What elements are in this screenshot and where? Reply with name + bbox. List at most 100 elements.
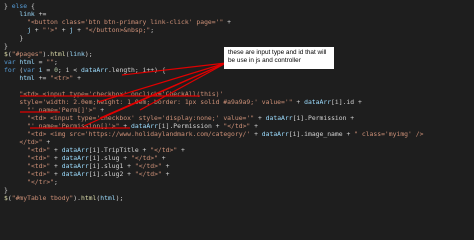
code-token: [i].slug + <box>88 154 131 162</box>
code-token: + <box>73 26 85 34</box>
code-token: "' name='Permission[]'>" <box>27 122 120 130</box>
code-token: dataArr <box>61 170 89 178</box>
code-token: "<tr>" <box>50 74 74 82</box>
code-token: "<td>" <box>27 154 51 162</box>
code-line: } <box>4 34 23 42</box>
code-token: else <box>11 2 28 10</box>
code-token: link <box>19 10 35 18</box>
code-token: + <box>50 154 62 162</box>
code-token: } <box>4 34 24 42</box>
code-token: dataArr <box>265 114 293 122</box>
code-token: + <box>250 130 262 138</box>
code-token: [i].slug2 + <box>88 170 135 178</box>
code-token: "<td>" <box>27 170 51 178</box>
code-token: ; <box>150 26 155 34</box>
code-line: "</tr>"; <box>4 178 58 186</box>
code-token: html <box>80 194 97 202</box>
code-token: [i].id + <box>331 98 362 106</box>
code-token: + <box>157 154 166 162</box>
code-line: } <box>4 186 8 194</box>
code-line: "' name='Perm[]'>" + <box>4 106 104 114</box>
code-token: + <box>73 74 81 82</box>
code-token: style='width: 2.0em;height: 1.0em; borde… <box>19 98 293 106</box>
code-token: = <box>42 66 55 74</box>
code-token: html <box>50 50 66 58</box>
code-line: style='width: 2.0em;height: 1.0em; borde… <box>4 98 362 106</box>
code-token: "#myTable tbody" <box>11 194 74 202</box>
code-token: "<td>" <box>27 162 51 170</box>
code-token: ). <box>73 194 81 202</box>
code-token: { <box>27 2 35 10</box>
code-line: "<button class='btn btn-primary link-cli… <box>4 18 235 26</box>
code-line: "<td> <input type='checkbox' onclick='Ch… <box>4 90 223 98</box>
code-line: } <box>4 42 8 50</box>
code-line: "<td> <img src='https://www.holidaylandm… <box>4 130 423 138</box>
code-token: "" <box>46 58 55 66</box>
code-token: + <box>96 106 105 114</box>
code-token: += <box>34 74 51 82</box>
code-token: } <box>4 186 8 194</box>
code-line: for (var i = 0; i < dataArr.length; i++)… <box>4 66 166 74</box>
code-token: + <box>119 122 131 130</box>
code-token: [i].Permission + <box>157 122 224 130</box>
code-token: "' name='Perm[]'>" <box>27 106 97 114</box>
code-token: dataArr <box>81 66 108 74</box>
code-token: ; <box>54 58 58 66</box>
code-token: dataArr <box>61 146 89 154</box>
code-token: + <box>177 146 185 154</box>
code-token: "</td>" <box>134 162 162 170</box>
code-token: + <box>223 18 235 26</box>
code-token: "</td>" <box>223 122 251 130</box>
annotation-callout: these are input type and id that will be… <box>224 47 334 69</box>
code-token: var <box>4 58 16 66</box>
code-editor[interactable]: } else { link += "<button class='btn btn… <box>0 0 474 220</box>
code-token: "</button>&nbsp;" <box>84 26 151 34</box>
code-token: += <box>34 10 47 18</box>
code-token: link <box>69 50 85 58</box>
code-token: + <box>292 98 305 106</box>
code-token: + <box>42 138 51 146</box>
code-token: [i].TripTitle + <box>88 146 151 154</box>
code-token: + <box>161 162 170 170</box>
code-token: "<td>" <box>27 146 51 154</box>
code-token: ; i < <box>57 66 82 74</box>
code-token: "</td>" <box>134 170 162 178</box>
code-token: "<td> <img src='https://www.holidaylandm… <box>27 130 251 138</box>
code-token: } <box>4 2 12 10</box>
code-token: dataArr <box>261 130 289 138</box>
code-token: </td>" <box>19 138 43 146</box>
code-line: $("#myTable tbody").html(html); <box>4 194 123 202</box>
code-token: = <box>34 58 47 66</box>
code-token: "<td> <input type='checkbox' style='disp… <box>27 114 255 122</box>
code-line: $("#pages").html(link); <box>4 50 93 58</box>
code-token: "'>" <box>42 26 58 34</box>
code-line: "<td> <input type='checkbox' style='disp… <box>4 114 354 122</box>
code-token: dataArr <box>61 154 89 162</box>
code-token: ); <box>84 50 93 58</box>
code-line: "' name='Permission[]'>" + dataArr[i].Pe… <box>4 122 258 130</box>
code-token: + <box>50 162 62 170</box>
code-token: + <box>161 170 170 178</box>
code-token: + <box>250 122 258 130</box>
code-token: ; <box>54 178 58 186</box>
code-token: dataArr <box>130 122 158 130</box>
code-line: "<td>" + dataArr[i].slug1 + "</td>" + <box>4 162 169 170</box>
code-line: "<td>" + dataArr[i].TripTitle + "</td>" … <box>4 146 185 154</box>
code-line: link += <box>4 10 46 18</box>
code-token: + <box>30 26 43 34</box>
code-token: } <box>4 42 8 50</box>
code-line: html += "<tr>" + <box>4 74 81 82</box>
code-token: [i].image_name + <box>288 130 355 138</box>
code-token: ); <box>115 194 124 202</box>
